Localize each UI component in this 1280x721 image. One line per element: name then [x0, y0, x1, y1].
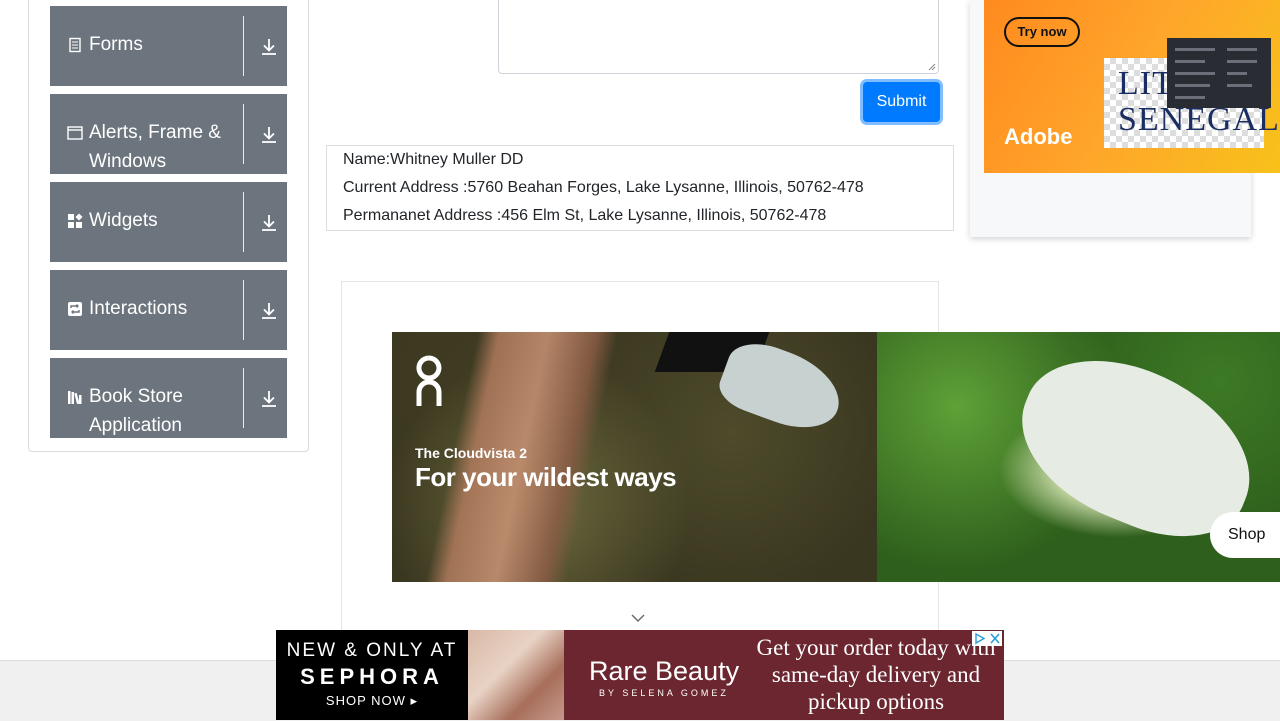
rare-beauty-subtitle: BY SELENA GOMEZ — [599, 688, 729, 698]
sidebar-group-forms[interactable]: Forms — [50, 6, 287, 86]
adobe-ad[interactable]: Try now LITT SENEGAL Adobe — [984, 0, 1280, 173]
sephora-logo: SEPHORA — [300, 664, 444, 689]
interactions-icon — [68, 302, 82, 316]
download-icon[interactable] — [259, 37, 279, 57]
window-icon — [67, 126, 83, 140]
sidebar-group-label: Alerts, Frame & Windows — [89, 122, 221, 172]
download-icon[interactable] — [259, 301, 279, 321]
divider — [243, 16, 244, 76]
sidebar-group-widgets[interactable]: Widgets — [50, 182, 287, 262]
sidebar-group-interactions[interactable]: Interactions — [50, 270, 287, 350]
properties-panel-image — [1167, 38, 1271, 108]
sidebar-group-label: Interactions — [89, 298, 188, 319]
ad-subtitle: The Cloudvista 2 — [415, 445, 528, 461]
sidebar-group-label: Forms — [89, 34, 143, 55]
divider — [243, 104, 244, 164]
divider — [243, 368, 244, 428]
resize-handle-icon[interactable] — [928, 63, 936, 71]
ad-line: NEW & ONLY AT — [286, 640, 458, 661]
adobe-logo: Adobe — [1004, 124, 1073, 149]
output-panel: Name:Whitney Muller DD Current Address :… — [326, 145, 954, 231]
sidebar-group-bookstore[interactable]: Book Store Application — [50, 358, 287, 438]
rare-beauty-logo: Rare Beauty — [589, 656, 740, 686]
try-now-button[interactable]: Try now — [1004, 17, 1080, 47]
product-image — [468, 630, 564, 720]
divider — [243, 280, 244, 340]
output-current-address: Current Address :5760 Beahan Forges, Lak… — [343, 179, 864, 196]
form-icon — [69, 37, 81, 53]
download-icon[interactable] — [259, 125, 279, 145]
sidebar-group-label: Book Store Application — [89, 386, 183, 436]
permanent-address-textarea[interactable] — [498, 0, 939, 74]
ad-headline: For your wildest ways — [415, 462, 677, 492]
shop-now-link[interactable]: SHOP NOW ▸ — [276, 693, 468, 709]
widgets-icon — [68, 213, 83, 228]
sephora-ad[interactable]: NEW & ONLY AT SEPHORA SHOP NOW ▸ Rare Be… — [276, 630, 1004, 720]
download-icon[interactable] — [259, 389, 279, 409]
on-logo — [416, 355, 442, 406]
divider — [243, 192, 244, 252]
chevron-down-icon[interactable] — [630, 612, 646, 624]
adchoices-icon[interactable] — [972, 631, 1002, 646]
output-name: Name:Whitney Muller DD — [343, 151, 524, 168]
sidebar: Forms Alerts, Frame & Windows Widgets In… — [28, 0, 309, 452]
books-icon — [68, 391, 82, 405]
download-icon[interactable] — [259, 213, 279, 233]
sidebar-group-alerts[interactable]: Alerts, Frame & Windows — [50, 94, 287, 174]
ad-message: Get your order today with same-day deliv… — [756, 635, 996, 714]
output-permanent-address: Permananet Address :456 Elm St, Lake Lys… — [343, 207, 827, 224]
shop-button[interactable]: Shop — [1210, 512, 1280, 558]
sephora-brand-block: NEW & ONLY AT SEPHORA SHOP NOW ▸ — [276, 630, 468, 720]
submit-button[interactable]: Submit — [863, 82, 940, 122]
sidebar-group-label: Widgets — [89, 210, 158, 231]
on-running-ad[interactable]: The Cloudvista 2 For your wildest ways S… — [392, 332, 1280, 582]
